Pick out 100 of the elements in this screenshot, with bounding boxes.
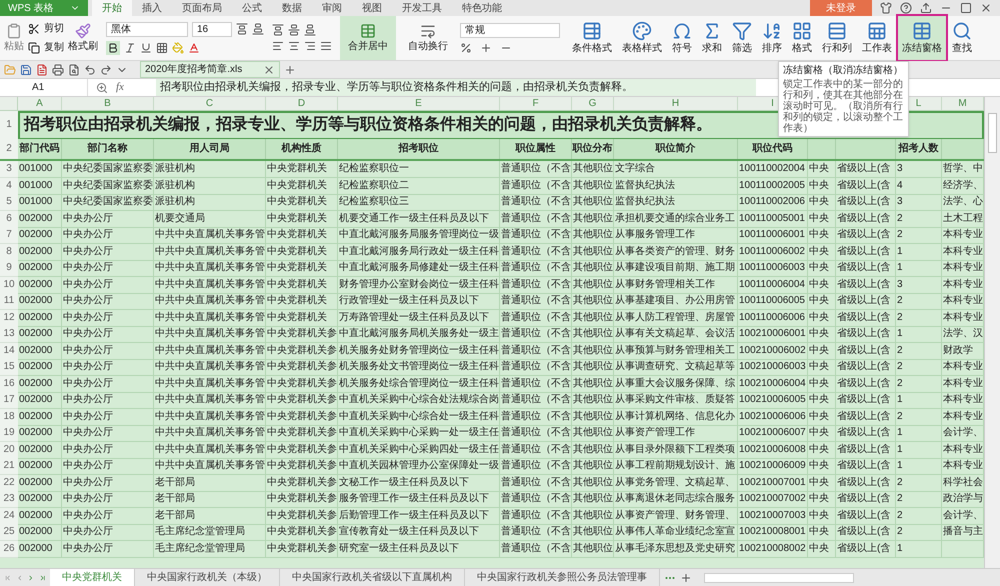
ribbon-tool-button[interactable]: 行和列 [818, 16, 856, 60]
table-cell: 1 [896, 244, 942, 260]
menu-tab[interactable]: 视图 [352, 0, 392, 16]
font-name-field[interactable]: 黑体 [106, 22, 188, 36]
scroll-thumb[interactable] [988, 113, 997, 153]
sheet-tab[interactable]: 中央国家行政机关（本级） [135, 569, 280, 586]
name-box[interactable]: A1 [0, 79, 88, 96]
table-cell: 机要交通工作一级主任科员及以下 [338, 210, 500, 228]
document-tab[interactable]: 2020年度招考简章.xls [140, 61, 280, 78]
table-cell: 普通职位（不含 [500, 408, 572, 426]
table-cell: 普通职位（不含 [500, 392, 572, 409]
justify-icon [320, 40, 332, 52]
sheet-icon [867, 20, 887, 40]
ribbon-tool-button[interactable]: 冻结窗格 [898, 16, 946, 60]
menu-tab[interactable]: 特色功能 [452, 0, 512, 16]
redo-icon [100, 64, 112, 76]
table-cell: 中央党群机关 [266, 178, 338, 194]
table-cell: 2 [896, 508, 942, 524]
close-icon[interactable] [263, 64, 275, 76]
table-cell: 002000 [18, 227, 62, 244]
ribbon-tool-button[interactable]: 符号 [668, 16, 696, 60]
copy-button[interactable]: 复制 [28, 40, 64, 55]
new-tab-icon[interactable] [284, 64, 296, 76]
table-cell: 研究室一级主任科员及以下 [338, 540, 500, 558]
table-cell: 中央党群机关 [266, 210, 338, 228]
table-cell: 100210008002 [738, 540, 808, 558]
menu-tab[interactable]: 插入 [132, 0, 172, 16]
zoom-icon[interactable] [96, 82, 108, 94]
column-header[interactable]: E [338, 97, 500, 110]
ribbon-tool-button[interactable]: 求和 [698, 16, 726, 60]
add-sheet-icon[interactable] [680, 572, 692, 584]
search-icon [952, 20, 972, 40]
table-cell: 中央办公厅 [62, 408, 154, 426]
column-header[interactable]: D [266, 97, 338, 110]
sheet-tab[interactable]: 中央国家行政机关省级以下直属机构 [280, 569, 465, 586]
table-cell: 中央纪委国家监察委 [62, 178, 154, 194]
column-header[interactable]: H [614, 97, 738, 110]
table-cell: 从事基建项目、办公用房管 [614, 293, 738, 310]
menu-tab[interactable]: 页面布局 [172, 0, 232, 16]
cut-button[interactable]: 剪切 [28, 21, 64, 36]
table-cell: 省级以上(含 [836, 293, 896, 310]
ribbon-tool-button[interactable]: 表格样式 [618, 16, 666, 60]
row-number: 8 [0, 244, 18, 260]
align-right-icon [304, 40, 316, 52]
column-header[interactable]: B [62, 97, 154, 110]
row-number: 21 [0, 458, 18, 475]
row-number: 6 [0, 210, 18, 228]
table-cell: 2 [896, 210, 942, 228]
ribbon-tool-button[interactable]: 查找 [948, 16, 976, 60]
table-cell: 中央 [808, 524, 836, 541]
column-header[interactable]: F [500, 97, 572, 110]
table-cell: 中共中央直属机关事务管 [154, 276, 266, 294]
column-header[interactable]: G [572, 97, 614, 110]
menu-tab[interactable]: 公式 [232, 0, 272, 16]
vertical-scrollbar[interactable] [984, 97, 1000, 568]
bold-button[interactable] [106, 40, 120, 54]
table-cell: 省级以上(含 [836, 194, 896, 211]
row-number: 20 [0, 442, 18, 458]
format-painter-button[interactable]: 格式刷 [68, 22, 98, 54]
column-header[interactable]: A [18, 97, 62, 110]
table-cell: 从事各类资产的管理、财务 [614, 244, 738, 260]
ribbon-tool-button[interactable]: 筛选 [728, 16, 756, 60]
number-format-field[interactable]: 常规 [460, 22, 560, 38]
table-cell: 002000 [18, 474, 62, 492]
table-cell: 其他职位 [572, 178, 614, 194]
table-cell: 中共中央直属机关事务管 [154, 392, 266, 409]
table-cell: 3 [896, 194, 942, 211]
table-cell: 中共中央直属机关事务管 [154, 408, 266, 426]
ribbon-tool-button[interactable]: 条件格式 [568, 16, 616, 60]
wrap-text-button[interactable]: 自动换行 [404, 16, 452, 60]
sheet-tab[interactable]: 中央国家行政机关参照公务员法管理事 [465, 569, 660, 586]
menu-tab[interactable]: 开发工具 [392, 0, 452, 16]
clipboard-icon [6, 22, 22, 38]
merge-center-button[interactable]: 合并居中 [340, 16, 396, 60]
table-cell: 从事人防工程管理、房屋管 [614, 310, 738, 326]
table-cell: 从事离退休老同志综合服务 [614, 491, 738, 508]
table-cell: 其他职位 [572, 458, 614, 475]
horizontal-scrollbar[interactable] [704, 572, 854, 582]
table-cell: 2 [896, 293, 942, 310]
ribbon-tool-button[interactable]: 工作表 [858, 16, 896, 60]
menu-tab[interactable]: 数据 [272, 0, 312, 16]
ribbon-tool-button[interactable]: 排序 [758, 16, 786, 60]
table-cell: 中央 [808, 458, 836, 475]
font-size-field[interactable]: 16 [192, 22, 232, 36]
menu-tab[interactable]: 开始 [92, 0, 132, 16]
formula-field[interactable]: 招考职位由招录机关编报，招录专业、学历等与职位资格条件相关的问题，由招录机关负责解释。 [156, 79, 756, 96]
app-menu-button[interactable]: WPS 表格 [0, 0, 88, 16]
ribbon-tool-button[interactable]: 格式 [788, 16, 816, 60]
table-cell: 002000 [18, 210, 62, 228]
sheet-tab[interactable]: 中央党群机关 [50, 569, 135, 586]
menu-tab[interactable]: 审阅 [312, 0, 352, 16]
table-cell: 其他职位 [572, 540, 614, 558]
table-cell: 从事资产管理工作 [614, 425, 738, 442]
table-cell: 中央纪委国家监察委 [62, 161, 154, 178]
table-cell: 中央 [808, 359, 836, 376]
table-cell: 机关服务处综合管理岗位一级主任科 [338, 376, 500, 392]
column-header[interactable]: C [154, 97, 266, 110]
table-cell: 普通职位（不含 [500, 244, 572, 260]
column-heading: 职位属性 [500, 139, 572, 159]
paste-button[interactable]: 粘贴 [4, 22, 24, 54]
